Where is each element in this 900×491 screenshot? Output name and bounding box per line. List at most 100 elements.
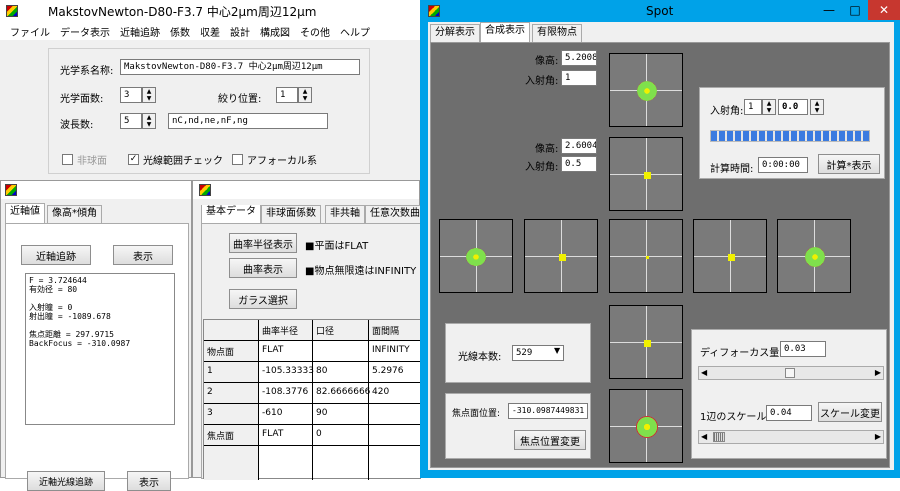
calc-show-button[interactable]: 計算*表示: [818, 154, 880, 174]
chevron-down-icon[interactable]: ▼: [554, 346, 560, 355]
glass-select-button[interactable]: ガラス選択: [229, 289, 297, 309]
scroll-left-icon[interactable]: ◀: [701, 368, 707, 377]
spot-app-icon: [428, 5, 440, 17]
defocus-scroll-thumb[interactable]: [785, 368, 795, 378]
curvature-button[interactable]: 曲率表示: [229, 258, 297, 278]
scale-change-button[interactable]: スケール変更: [818, 402, 882, 422]
grid-cell[interactable]: [369, 406, 375, 410]
mid-incidence-field[interactable]: 0.5: [561, 156, 597, 172]
focus-position-field[interactable]: -310.0987449831: [508, 403, 588, 419]
paraxial-result-line: [29, 294, 171, 303]
mid-image-height-field[interactable]: 2.6004: [561, 138, 597, 154]
paraxial-trace-button[interactable]: 近軸追跡: [21, 245, 91, 265]
calc-incidence-spinner-1[interactable]: ▲ ▼: [762, 99, 776, 115]
spot-blob: [637, 81, 657, 101]
spot-blob: [805, 247, 825, 267]
spot-diagram: [609, 219, 683, 293]
grid-cell[interactable]: 420: [369, 385, 392, 399]
focus-change-button[interactable]: 焦点位置変更: [514, 430, 586, 450]
paraxial-show-button[interactable]: 表示: [113, 245, 173, 265]
calc-incidence-field-2[interactable]: 0.0: [778, 99, 808, 115]
wavelength-count-spinner[interactable]: ▲ ▼: [142, 113, 156, 129]
grid-cell[interactable]: [313, 343, 319, 347]
system-name-label: 光学系名称:: [60, 66, 114, 77]
wavelength-count-field[interactable]: 5: [120, 113, 142, 129]
ray-range-checkbox-label: 光線範囲チェック: [143, 156, 223, 167]
scroll-right-icon[interactable]: ▶: [875, 368, 881, 377]
menu-file[interactable]: ファイル: [10, 24, 50, 39]
grid-cell[interactable]: FLAT: [259, 427, 286, 441]
aspheric-checkbox[interactable]: 非球面: [62, 152, 107, 167]
grid-cell[interactable]: 0: [313, 427, 325, 441]
menu-paraxial[interactable]: 近軸追跡: [120, 24, 160, 39]
curvature-radius-button[interactable]: 曲率半径表示: [229, 233, 297, 253]
tab-separate-view[interactable]: 分解表示: [430, 24, 480, 42]
top-image-height-label: 像高:: [535, 56, 559, 67]
tab-basic-data[interactable]: 基本データ: [201, 205, 261, 223]
spot-blob: [466, 248, 486, 266]
surface-count-field[interactable]: 3: [120, 87, 142, 103]
paraxial-bottom-trace-button[interactable]: 近軸光線追跡: [27, 471, 105, 491]
paraxial-result-line: 焦点距離 = 297.9715: [29, 330, 114, 339]
paraxial-titlebar[interactable]: [1, 181, 191, 199]
menu-design[interactable]: 設計: [230, 24, 250, 39]
data-titlebar[interactable]: [193, 181, 419, 199]
calc-incidence-field-1[interactable]: 1: [744, 99, 762, 115]
top-incidence-field[interactable]: 1: [561, 70, 597, 86]
spot-blob: [644, 340, 651, 347]
calc-time-label: 計算時間:: [710, 164, 754, 175]
afocal-checkbox[interactable]: アフォーカル系: [232, 152, 317, 167]
tab-non-coaxial[interactable]: 非共軸: [325, 205, 365, 223]
surface-data-grid[interactable]: 曲率半径 口径 面間隔 物点面 FLAT INFINITY 1 -105.333…: [203, 319, 422, 480]
main-titlebar[interactable]: MakstovNewton-D80-F3.7 中心2μm周辺12μm: [0, 0, 420, 22]
tab-finite-object[interactable]: 有限物点: [532, 24, 582, 42]
tab-free-order-surface[interactable]: 任意次数曲面: [365, 205, 421, 223]
tab-paraxial-values[interactable]: 近軸値: [5, 203, 45, 223]
minimize-button[interactable]: —: [816, 0, 842, 20]
tab-aspheric-coeff[interactable]: 非球面係数: [261, 205, 321, 223]
grid-row-label: 3: [207, 408, 213, 418]
grid-cell[interactable]: 82.6666666: [313, 385, 373, 399]
system-name-field[interactable]: MakstovNewton-D80-F3.7 中心2μm周辺12μm: [120, 59, 360, 75]
tab-composite-view[interactable]: 合成表示: [480, 22, 530, 42]
paraxial-results-box: F = 3.724644 有効径 = 80 入射瞳 = 0 射出瞳 = -108…: [25, 273, 175, 425]
menu-coefficient[interactable]: 係数: [170, 24, 190, 39]
close-button[interactable]: ✕: [868, 0, 900, 20]
defocus-field[interactable]: 0.03: [780, 341, 826, 357]
menu-layout[interactable]: 構成図: [260, 24, 290, 39]
top-image-height-field[interactable]: 5.2008: [561, 50, 597, 66]
grid-cell[interactable]: 80: [313, 364, 330, 378]
ray-range-checkbox[interactable]: ✓ 光線範囲チェック: [128, 152, 223, 167]
grid-line: [204, 340, 422, 341]
grid-cell[interactable]: -105.33333: [259, 364, 317, 378]
wavelength-list-field[interactable]: nC,nd,ne,nF,ng: [168, 113, 328, 129]
scale-field[interactable]: 0.04: [766, 405, 812, 421]
stop-position-spinner[interactable]: ▲ ▼: [298, 87, 312, 103]
menu-aberration[interactable]: 収差: [200, 24, 220, 39]
grid-cell[interactable]: 5.2976: [369, 364, 407, 378]
calc-incidence-spinner-2[interactable]: ▲ ▼: [810, 99, 824, 115]
surface-count-spinner[interactable]: ▲ ▼: [142, 87, 156, 103]
tab-image-height-angle[interactable]: 像高*傾角: [47, 205, 102, 223]
grid-cell[interactable]: INFINITY: [369, 343, 413, 357]
defocus-scrollbar[interactable]: ◀ ▶: [698, 366, 884, 380]
menu-other[interactable]: その他: [300, 24, 330, 39]
scale-scrollbar[interactable]: ◀ ▶: [698, 430, 884, 444]
scroll-right-icon[interactable]: ▶: [875, 432, 881, 441]
menu-data-view[interactable]: データ表示: [60, 24, 110, 39]
defocus-panel: ディフォーカス量: 0.03 ◀ ▶ 1辺のスケール: 0.04 スケール変更 …: [691, 329, 887, 459]
scale-scroll-thumb[interactable]: [713, 432, 725, 442]
scale-label: 1辺のスケール:: [700, 412, 770, 423]
grid-cell[interactable]: FLAT: [259, 343, 286, 357]
menu-help[interactable]: ヘルプ: [340, 24, 370, 39]
grid-cell[interactable]: -108.3776: [259, 385, 311, 399]
grid-cell[interactable]: -610: [259, 406, 285, 420]
spot-diagram: [439, 219, 513, 293]
grid-cell[interactable]: [369, 427, 375, 431]
scroll-left-icon[interactable]: ◀: [701, 432, 707, 441]
maximize-button[interactable]: □: [842, 0, 868, 20]
calc-incidence-label: 入射角:: [710, 106, 744, 117]
grid-cell[interactable]: 90: [313, 406, 330, 420]
paraxial-bottom-show-button[interactable]: 表示: [127, 471, 171, 491]
stop-position-field[interactable]: 1: [276, 87, 298, 103]
